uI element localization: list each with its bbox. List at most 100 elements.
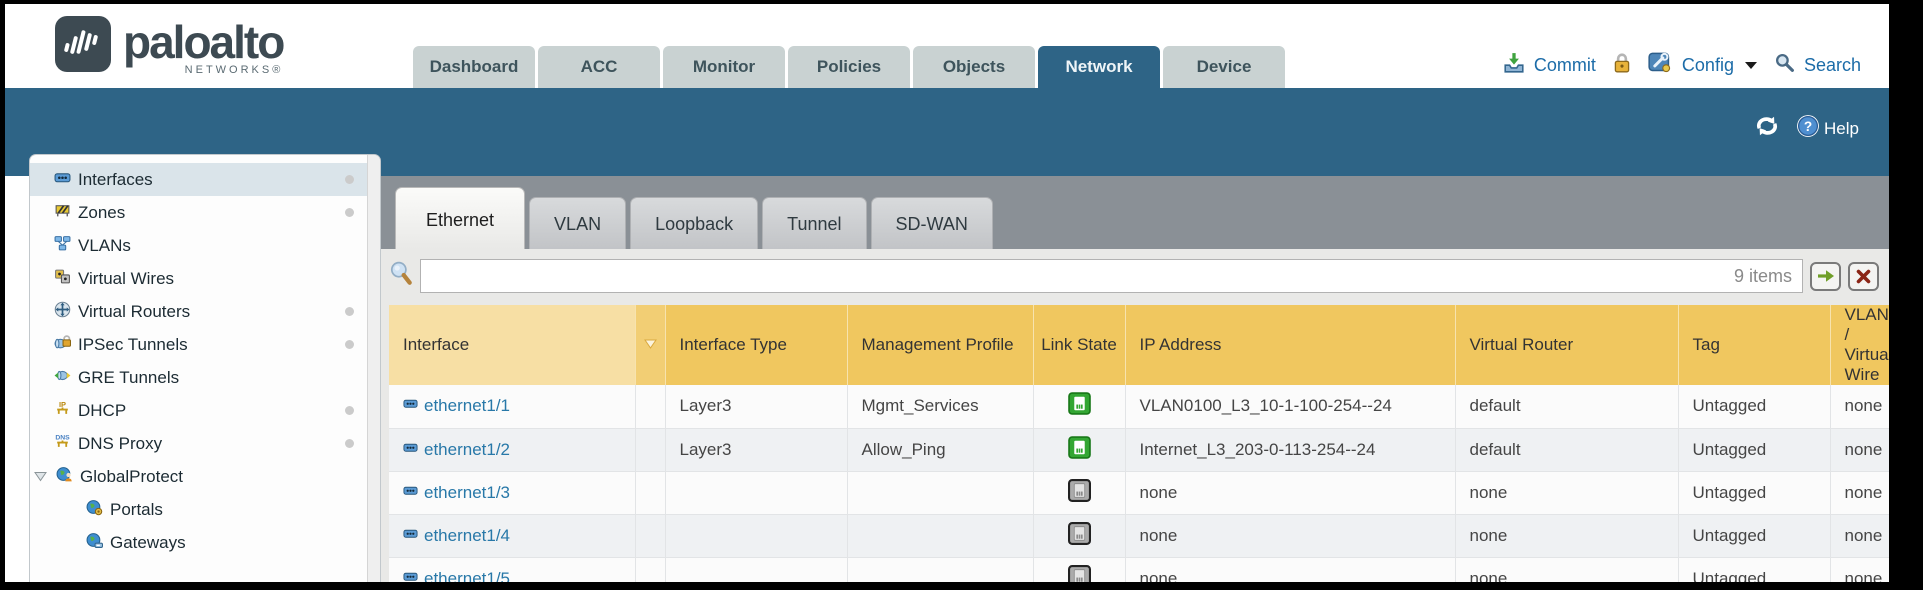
cell-tag: Untagged [1678,471,1830,514]
subtab-loopback[interactable]: Loopback [630,197,758,249]
subtab-vlan[interactable]: VLAN [529,197,626,249]
table-row: ethernet1/4nonenoneUntaggednone [389,514,1889,557]
sidebar-item-globalprotect[interactable]: GlobalProtect [30,460,380,493]
cell-type [665,514,847,557]
lock-icon[interactable] [1611,52,1633,79]
main-panel: EthernetVLANLoopbackTunnelSD-WAN 9 items [381,176,1889,582]
config-icon [1648,51,1673,79]
cell-vlan: none [1830,514,1889,557]
cell-vr: none [1455,514,1678,557]
apply-filter-button[interactable] [1810,262,1841,291]
column-header-link[interactable]: Link State [1033,305,1125,385]
link-state-up-icon [1033,385,1125,428]
sidebar-item-zones[interactable]: Zones [30,196,380,229]
interface-icon [403,440,418,460]
cell-mgmt [847,514,1033,557]
interface-icon [403,396,418,416]
cell-tag: Untagged [1678,385,1830,428]
interface-cell: ethernet1/2 [389,428,635,471]
column-header-vlan[interactable]: VLAN / Virtual Wire [1830,305,1889,385]
commit-button[interactable]: Commit [1534,55,1596,76]
status-dot [345,307,354,316]
subtab-sd-wan[interactable]: SD-WAN [871,197,993,249]
filter-input[interactable]: 9 items [420,259,1803,293]
interface-link[interactable]: ethernet1/2 [403,440,510,460]
interface-link[interactable]: ethernet1/4 [403,526,510,546]
column-header-type[interactable]: Interface Type [665,305,847,385]
clear-filter-button[interactable] [1848,262,1879,291]
sidebar-item-gateways[interactable]: Gateways [30,526,380,559]
column-header-mgmt[interactable]: Management Profile [847,305,1033,385]
filter-row: 9 items [389,259,1879,293]
tab-dashboard[interactable]: Dashboard [413,46,535,88]
sort-spacer-cell [635,385,665,428]
tab-objects[interactable]: Objects [913,46,1035,88]
cell-mgmt: Mgmt_Services [847,385,1033,428]
cell-vlan: none [1830,428,1889,471]
link-state-up-icon [1033,428,1125,471]
help-button[interactable]: ? Help [1796,114,1859,143]
sidebar-item-portals[interactable]: Portals [30,493,380,526]
sidebar-item-label: GlobalProtect [80,467,183,487]
search-button[interactable]: Search [1804,55,1861,76]
cell-type [665,471,847,514]
interface-link[interactable]: ethernet1/3 [403,483,510,503]
sidebar-item-interfaces[interactable]: Interfaces [30,163,380,196]
help-icon: ? [1796,114,1820,143]
expander-icon[interactable] [34,467,47,487]
tab-acc[interactable]: ACC [538,46,660,88]
tab-policies[interactable]: Policies [788,46,910,88]
cell-type: Layer3 [665,385,847,428]
search-icon [1774,52,1795,78]
subtab-tunnel[interactable]: Tunnel [762,197,866,249]
sort-spacer-cell [635,557,665,582]
cell-ip: VLAN0100_L3_10-1-100-254--24 [1125,385,1455,428]
column-header-ip[interactable]: IP Address [1125,305,1455,385]
sort-spacer-cell [635,471,665,514]
network-sidebar: InterfacesZonesVLANs Virtual Wires Virtual… [29,154,381,582]
sidebar-item-ipsec-tunnels[interactable]: IPSec Tunnels [30,328,380,361]
cell-ip: Internet_L3_203-0-113-254--24 [1125,428,1455,471]
table-row: ethernet1/2Layer3Allow_PingInternet_L3_2… [389,428,1889,471]
sidebar-item-dhcp[interactable]: IPDHCP [30,394,380,427]
column-header-vr[interactable]: Virtual Router [1455,305,1678,385]
sidebar-item-label: Virtual Routers [78,302,190,322]
sidebar-item-vlans[interactable]: VLANs [30,229,380,262]
sidebar-item-virtual-wires[interactable]: Virtual Wires [30,262,380,295]
main-nav-tabs: DashboardACCMonitorPoliciesObjectsNetwor… [413,46,1285,88]
column-header-interface[interactable]: Interface [389,305,635,385]
sidebar-scrollbar[interactable] [367,155,380,582]
status-dot [345,406,354,415]
cell-vr: default [1455,385,1678,428]
cell-vr: none [1455,557,1678,582]
cell-mgmt [847,557,1033,582]
tab-device[interactable]: Device [1163,46,1285,88]
sort-spacer-cell [635,428,665,471]
gateways-icon [86,532,103,554]
tab-monitor[interactable]: Monitor [663,46,785,88]
interface-link[interactable]: ethernet1/1 [403,396,510,416]
cell-type [665,557,847,582]
link-state-down-icon [1033,557,1125,582]
refresh-icon[interactable] [1754,114,1780,143]
sidebar-item-label: DNS Proxy [78,434,162,454]
interface-subtabs: EthernetVLANLoopbackTunnelSD-WAN [381,176,1889,249]
config-caret-icon[interactable] [1745,62,1757,69]
top-header: paloalto NETWORKS® DashboardACCMonitorPo… [5,4,1889,88]
interface-icon [403,569,418,583]
config-button[interactable]: Config [1682,55,1734,76]
svg-text:?: ? [1804,119,1812,134]
sidebar-item-dns-proxy[interactable]: DNSDNS Proxy [30,427,380,460]
sort-dropdown[interactable] [635,305,665,385]
sidebar-item-label: Virtual Wires [78,269,174,289]
status-dot [345,340,354,349]
interface-link[interactable]: ethernet1/5 [403,569,510,583]
sidebar-item-gre-tunnels[interactable]: GRE Tunnels [30,361,380,394]
cell-type: Layer3 [665,428,847,471]
interface-cell: ethernet1/1 [389,385,635,428]
subtab-ethernet[interactable]: Ethernet [395,187,525,249]
table-row: ethernet1/1 Layer3Mgmt_Services VLAN0100_L… [389,385,1889,428]
sidebar-item-virtual-routers[interactable]: Virtual Routers [30,295,380,328]
tab-network[interactable]: Network [1038,46,1160,88]
column-header-tag[interactable]: Tag [1678,305,1830,385]
